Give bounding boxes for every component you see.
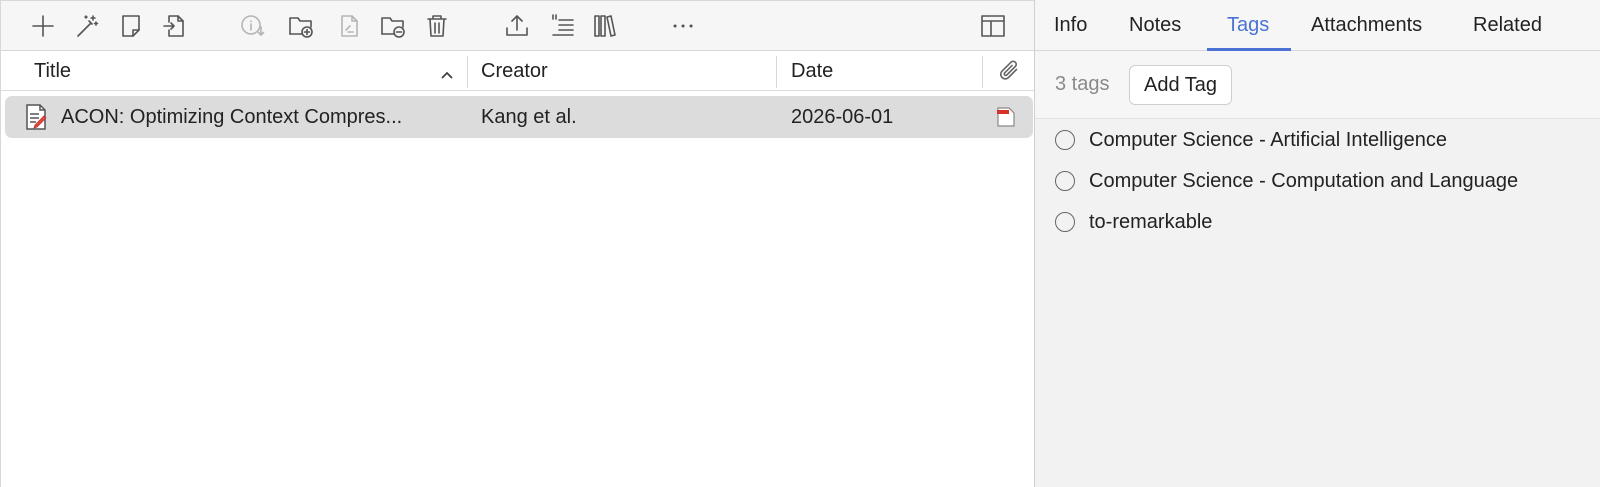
column-creator[interactable]: Creator xyxy=(481,52,771,91)
chevron-up-icon xyxy=(440,67,454,85)
tab-info-label: Info xyxy=(1054,14,1088,36)
tag-count: 3 tags xyxy=(1055,73,1110,95)
column-title-label: Title xyxy=(34,60,72,82)
create-parent-button[interactable] xyxy=(333,10,365,42)
tab-attachments-label: Attachments xyxy=(1311,14,1423,36)
quote-lines-icon xyxy=(552,14,574,36)
retrieve-metadata-button[interactable] xyxy=(237,10,269,42)
library-lookup-button[interactable] xyxy=(589,10,621,42)
column-divider[interactable] xyxy=(467,56,468,88)
item-creator: Kang et al. xyxy=(481,105,577,128)
document-gear-icon xyxy=(341,15,358,37)
tab-tags-label: Tags xyxy=(1227,14,1270,36)
pdf-icon[interactable] xyxy=(995,96,1017,138)
tab-attachments[interactable]: Attachments xyxy=(1311,0,1422,51)
preprint-icon xyxy=(23,96,49,138)
column-divider[interactable] xyxy=(982,56,983,88)
tab-related[interactable]: Related xyxy=(1473,0,1542,51)
tag-item[interactable]: Computer Science - Computation and Langu… xyxy=(1055,166,1518,196)
import-file-icon xyxy=(163,15,184,37)
tag-item[interactable]: to-remarkable xyxy=(1055,207,1212,237)
tag-circle-icon[interactable] xyxy=(1055,171,1075,191)
items-pane: Title Creator Date ACON: Optimizing Cont… xyxy=(0,0,1035,487)
books-icon xyxy=(594,15,616,37)
tab-notes-label: Notes xyxy=(1129,14,1182,36)
item-date: 2026-06-01 xyxy=(791,105,894,128)
item-pane-tabs: Info Notes Tags Attachments Related xyxy=(1035,0,1600,51)
toggle-layout-button[interactable] xyxy=(977,10,1009,42)
column-title[interactable]: Title xyxy=(34,52,454,91)
move-to-trash-button[interactable] xyxy=(421,10,453,42)
tag-label: Computer Science - Computation and Langu… xyxy=(1089,169,1519,192)
table-row[interactable]: ACON: Optimizing Context Compres... Kang… xyxy=(5,96,1033,138)
share-upload-icon xyxy=(506,15,528,36)
add-by-identifier-button[interactable] xyxy=(71,10,103,42)
tab-tags[interactable]: Tags xyxy=(1227,0,1269,51)
plus-icon xyxy=(32,15,54,37)
export-button[interactable] xyxy=(501,10,533,42)
item-pane: Info Notes Tags Attachments Related 3 ta… xyxy=(1034,0,1600,487)
more-button[interactable] xyxy=(667,10,699,42)
folder-add-icon xyxy=(289,17,313,38)
add-tag-button[interactable]: Add Tag xyxy=(1129,65,1233,105)
tag-circle-icon[interactable] xyxy=(1055,212,1075,232)
column-creator-label: Creator xyxy=(481,60,548,82)
tag-label: Computer Science - Artificial Intelligen… xyxy=(1089,128,1447,151)
new-collection-button[interactable] xyxy=(285,10,317,42)
folder-remove-icon xyxy=(381,17,405,38)
tab-related-label: Related xyxy=(1473,14,1542,36)
create-citation-button[interactable] xyxy=(547,10,579,42)
tab-notes[interactable]: Notes xyxy=(1129,0,1181,51)
ellipsis-icon xyxy=(673,24,693,28)
item-title: ACON: Optimizing Context Compres... xyxy=(61,105,403,128)
column-date-label: Date xyxy=(791,60,834,82)
info-download-icon xyxy=(241,15,265,36)
new-item-button[interactable] xyxy=(27,10,59,42)
layout-columns-icon xyxy=(981,15,1005,37)
tag-item[interactable]: Computer Science - Artificial Intelligen… xyxy=(1055,125,1447,155)
items-toolbar xyxy=(1,1,1035,51)
paperclip-icon[interactable] xyxy=(997,58,1023,89)
column-header-row: Title Creator Date xyxy=(1,52,1035,91)
tab-info[interactable]: Info xyxy=(1054,0,1087,51)
tag-label: to-remarkable xyxy=(1089,210,1213,233)
column-date[interactable]: Date xyxy=(791,52,981,91)
column-divider[interactable] xyxy=(776,56,777,88)
note-icon xyxy=(122,15,140,37)
tag-circle-icon[interactable] xyxy=(1055,130,1075,150)
add-attachment-button[interactable] xyxy=(159,10,191,42)
trash-icon xyxy=(427,15,447,37)
magic-wand-icon xyxy=(77,15,99,37)
new-note-button[interactable] xyxy=(115,10,147,42)
tags-header: 3 tags Add Tag xyxy=(1035,51,1600,119)
remove-from-collection-button[interactable] xyxy=(377,10,409,42)
